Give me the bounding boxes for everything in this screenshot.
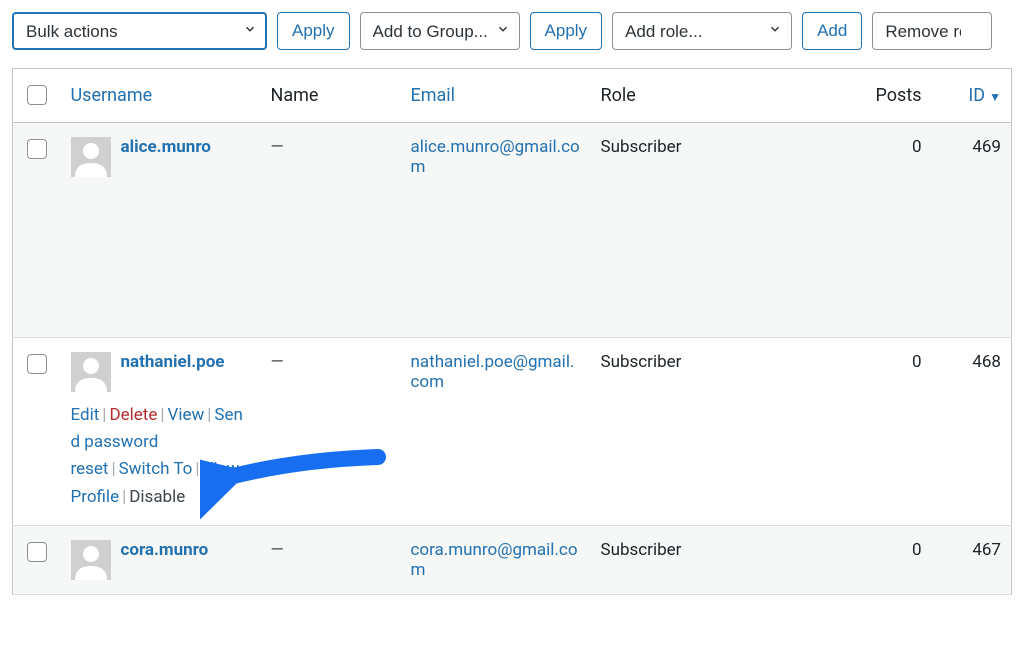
email-link[interactable]: alice.munro@gmail.com <box>411 137 580 177</box>
table-header-row: Username Name Email Role Posts ID▼ <box>13 69 1012 123</box>
users-table: Username Name Email Role Posts ID▼ alice… <box>12 68 1012 595</box>
email-cell: cora.munro@gmail.com <box>401 525 591 594</box>
id-cell: 469 <box>932 123 1012 338</box>
email-sort-link[interactable]: Email <box>411 85 456 106</box>
username-link[interactable]: alice.munro <box>121 137 211 157</box>
email-cell: alice.munro@gmail.com <box>401 123 591 338</box>
add-to-group-select[interactable]: Add to Group... <box>360 12 520 50</box>
name-cell: — <box>261 338 401 526</box>
email-column-header: Email <box>401 69 591 123</box>
posts-cell: 0 <box>852 525 932 594</box>
email-link[interactable]: nathaniel.poe@gmail.com <box>411 352 575 392</box>
select-all-header <box>13 69 61 123</box>
username-link[interactable]: nathaniel.poe <box>121 352 225 372</box>
sort-desc-icon: ▼ <box>989 90 1001 104</box>
name-cell: — <box>261 123 401 338</box>
row-checkbox[interactable] <box>27 354 47 374</box>
table-row: cora.munro —cora.munro@gmail.com Subscribe… <box>13 525 1012 594</box>
delete-link[interactable]: Delete <box>109 405 157 425</box>
add-role-select[interactable]: Add role... <box>612 12 792 50</box>
email-link[interactable]: cora.munro@gmail.com <box>411 540 578 580</box>
add-to-group-wrap: Add to Group... <box>360 12 520 50</box>
role-column-header: Role <box>591 69 852 123</box>
add-role-wrap: Add role... <box>612 12 792 50</box>
username-column-header: Username <box>61 69 261 123</box>
toolbar: Bulk actions Apply Add to Group... Apply… <box>12 12 1012 50</box>
row-checkbox[interactable] <box>27 542 47 562</box>
id-cell: 467 <box>932 525 1012 594</box>
bulk-apply-button[interactable]: Apply <box>277 12 350 50</box>
add-role-button[interactable]: Add <box>802 12 862 50</box>
id-cell: 468 <box>932 338 1012 526</box>
row-actions: Edit|Delete|View|Send password reset|Swi… <box>71 402 251 511</box>
posts-cell: 0 <box>852 123 932 338</box>
row-checkbox-cell <box>13 123 61 338</box>
name-column-header: Name <box>261 69 401 123</box>
table-row: alice.munro —alice.munro@gmail.com Subscri… <box>13 123 1012 338</box>
switch-to-link[interactable]: Switch To <box>119 459 193 479</box>
email-cell: nathaniel.poe@gmail.com <box>401 338 591 526</box>
view-link[interactable]: View <box>168 405 205 425</box>
id-sort-link[interactable]: ID▼ <box>968 85 1001 106</box>
table-row: nathaniel.poe Edit|Delete|View|Send passw… <box>13 338 1012 526</box>
remove-role-select[interactable]: Remove role... <box>872 12 992 50</box>
role-cell: Subscriber <box>591 525 852 594</box>
avatar <box>71 137 111 177</box>
posts-cell: 0 <box>852 338 932 526</box>
select-all-checkbox[interactable] <box>27 85 47 105</box>
group-apply-button[interactable]: Apply <box>530 12 603 50</box>
username-cell: cora.munro <box>61 525 261 594</box>
row-checkbox-cell <box>13 525 61 594</box>
avatar <box>71 540 111 580</box>
username-cell: nathaniel.poe Edit|Delete|View|Send passw… <box>61 338 261 526</box>
username-sort-link[interactable]: Username <box>71 85 153 106</box>
row-checkbox[interactable] <box>27 139 47 159</box>
bulk-actions-select[interactable]: Bulk actions <box>12 12 267 50</box>
username-link[interactable]: cora.munro <box>121 540 209 560</box>
remove-role-wrap: Remove role... <box>872 12 992 50</box>
disable-link[interactable]: Disable <box>129 487 185 507</box>
bulk-actions-wrap: Bulk actions <box>12 12 267 50</box>
username-cell: alice.munro <box>61 123 261 338</box>
avatar <box>71 352 111 392</box>
edit-link[interactable]: Edit <box>71 405 100 425</box>
role-cell: Subscriber <box>591 123 852 338</box>
role-cell: Subscriber <box>591 338 852 526</box>
name-cell: — <box>261 525 401 594</box>
row-checkbox-cell <box>13 338 61 526</box>
id-column-header: ID▼ <box>932 69 1012 123</box>
posts-column-header: Posts <box>852 69 932 123</box>
